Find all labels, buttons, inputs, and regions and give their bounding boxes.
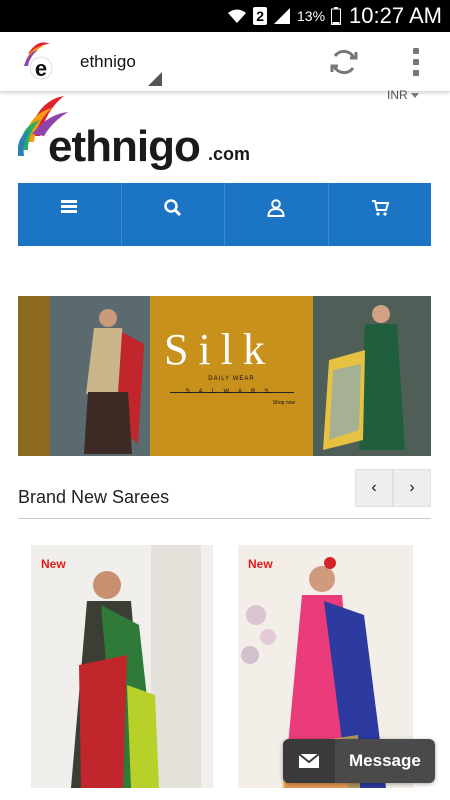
logo-wordmark: ethnigo xyxy=(48,122,201,171)
site-logo[interactable]: ethnigo .com xyxy=(18,96,258,180)
banner-headline: Silk xyxy=(164,325,275,374)
product-card-image[interactable] xyxy=(31,545,213,788)
app-title[interactable]: ethnigo xyxy=(80,52,136,72)
nav-cart-button[interactable] xyxy=(329,183,432,246)
refresh-icon[interactable] xyxy=(328,46,360,78)
saree-model-image xyxy=(31,545,213,788)
new-badge: New xyxy=(248,557,273,571)
carousel-next-button[interactable]: › xyxy=(393,469,431,507)
menu-icon xyxy=(61,200,78,213)
banner-tagline: SALWARS xyxy=(185,389,278,395)
battery-icon xyxy=(331,7,342,25)
nav-account-button[interactable] xyxy=(225,183,329,246)
status-bar: 2 13% 10:27 AM xyxy=(0,0,450,32)
banner-model-right-image xyxy=(313,296,431,456)
overflow-menu-icon[interactable] xyxy=(406,46,426,78)
dropdown-arrow-icon[interactable] xyxy=(148,72,162,86)
search-icon xyxy=(164,199,181,217)
signal-icon xyxy=(273,8,291,24)
clock: 10:27 AM xyxy=(349,3,442,28)
message-label: Message xyxy=(349,751,421,770)
promo-banner[interactable]: Silk DAILY WEAR SALWARS Shop now xyxy=(18,296,431,456)
new-badge: New xyxy=(41,557,66,571)
message-button[interactable]: Message xyxy=(283,739,435,783)
app-bar: e ethnigo xyxy=(0,32,450,92)
mail-icon xyxy=(283,739,335,783)
nav-search-button[interactable] xyxy=(122,183,225,246)
carousel-prev-button[interactable]: ‹ xyxy=(355,469,393,507)
model-figure-left xyxy=(84,309,144,454)
section-divider xyxy=(18,518,431,519)
nav-menu-button[interactable] xyxy=(18,183,122,246)
battery-percent: 13% xyxy=(297,8,326,24)
banner-subline: DAILY WEAR xyxy=(208,376,255,382)
banner-model-left-image xyxy=(18,296,150,456)
currency-selector[interactable]: INR xyxy=(387,88,419,102)
nav-bar xyxy=(18,183,431,246)
banner-text-panel: Silk DAILY WEAR SALWARS Shop now xyxy=(150,296,313,456)
wifi-icon xyxy=(227,8,247,24)
banner-cta[interactable]: Shop now xyxy=(273,400,295,406)
user-icon xyxy=(267,199,285,217)
cart-icon xyxy=(371,200,389,216)
sim-slot-badge: 2 xyxy=(253,7,268,25)
section-title: Brand New Sarees xyxy=(18,487,170,507)
model-figure-right xyxy=(323,305,405,450)
app-logo[interactable]: e xyxy=(24,41,58,82)
svg-text:e: e xyxy=(35,56,47,81)
logo-suffix: .com xyxy=(208,144,251,164)
